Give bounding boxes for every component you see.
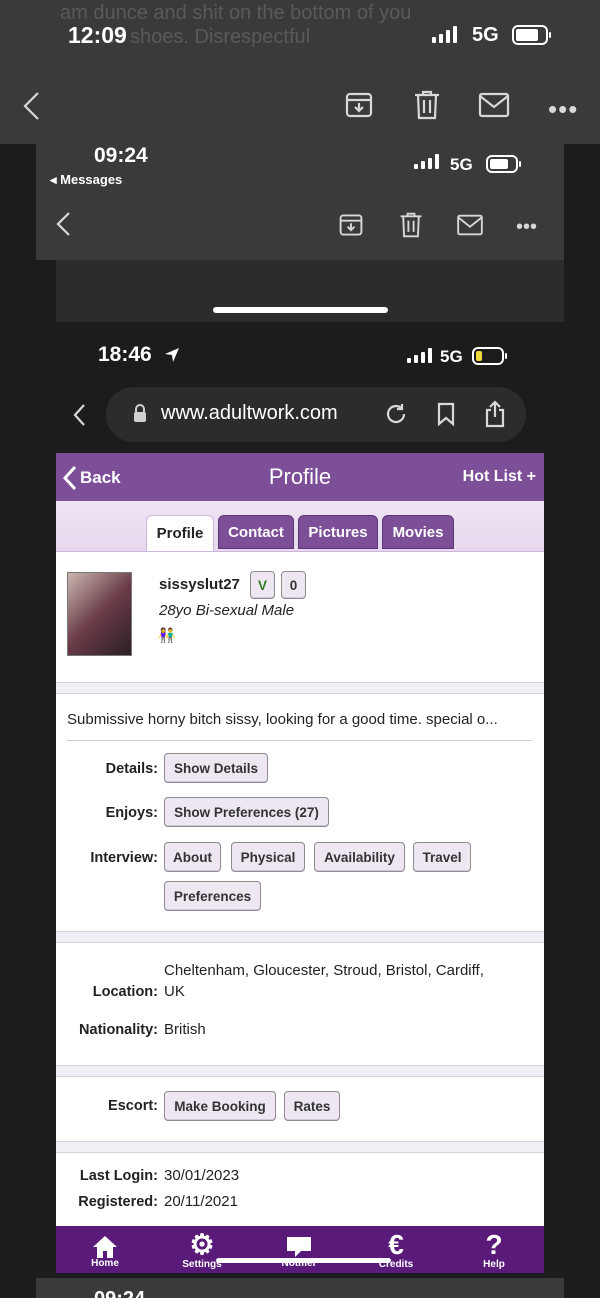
reload-icon[interactable]	[384, 402, 408, 431]
summary-divider	[67, 740, 532, 741]
euro-icon: €	[388, 1229, 404, 1260]
verified-badge[interactable]: V	[250, 571, 275, 599]
nav-help[interactable]: ? Help	[454, 1226, 534, 1273]
couple-icon: 👫	[158, 627, 176, 643]
section-divider	[56, 682, 544, 694]
ghost-text-2: is shoes. Disrespectful	[110, 26, 311, 48]
signal-icon	[432, 26, 457, 48]
details-label: Details:	[105, 761, 158, 777]
profile-photo[interactable]	[67, 572, 132, 656]
tab-contact[interactable]: Contact	[218, 515, 294, 549]
nav-home[interactable]: Home	[65, 1226, 145, 1273]
nationality-value: British	[164, 1021, 206, 1038]
outer-mail-toolbar: am dunce and shit on the bottom of you i…	[0, 0, 600, 144]
escort-label: Escort:	[108, 1098, 158, 1114]
more-icon[interactable]: •••	[548, 94, 578, 125]
interview-travel-button[interactable]: Travel	[413, 842, 471, 872]
back-to-messages[interactable]: ◂ Messages	[50, 172, 122, 188]
inner-more-icon[interactable]: •••	[516, 216, 537, 239]
interview-preferences-button[interactable]: Preferences	[164, 881, 261, 911]
inner-signal-icon	[414, 154, 439, 174]
bottom-nav: Home ⚙ Settings Notifier € Credits ? Hel…	[56, 1226, 544, 1273]
bookmark-icon[interactable]	[436, 402, 456, 431]
profile-subtitle: 28yo Bi-sexual Male	[159, 602, 295, 619]
nav-credits[interactable]: € Credits	[356, 1226, 436, 1273]
inner-mail-icon[interactable]	[456, 214, 484, 241]
address-bar[interactable]: www.adultwork.com	[106, 387, 526, 442]
tab-movies[interactable]: Movies	[382, 515, 454, 549]
show-preferences-button[interactable]: Show Preferences (27)	[164, 797, 329, 827]
lock-icon	[132, 404, 148, 429]
browser-back-icon[interactable]	[72, 402, 88, 433]
rating-badge[interactable]: 0	[281, 571, 306, 599]
location-label: Location:	[92, 984, 158, 1000]
inner-trash-icon[interactable]	[398, 211, 424, 244]
mail-icon[interactable]	[478, 92, 510, 123]
profile-summary[interactable]: Submissive horny bitch sissy, looking fo…	[67, 711, 537, 728]
inner-status-time: 09:24	[94, 144, 148, 167]
username[interactable]: sissyslut27	[159, 576, 240, 593]
location-arrow-icon	[163, 346, 181, 369]
interview-physical-button[interactable]: Physical	[231, 842, 305, 872]
show-details-button[interactable]: Show Details	[164, 753, 268, 783]
tab-profile[interactable]: Profile	[146, 515, 214, 551]
inner-battery-icon	[486, 155, 521, 178]
home-icon	[65, 1234, 145, 1260]
web-page: Back Profile Hot List + Profile Contact …	[56, 453, 544, 1273]
browser-status-time: 18:46	[98, 343, 152, 366]
nav-notifier[interactable]: Notifier	[259, 1226, 339, 1273]
chat-icon	[259, 1235, 339, 1260]
nav-home-label: Home	[91, 1258, 119, 1269]
section-divider-4	[56, 1141, 544, 1153]
enjoys-label: Enjoys:	[105, 805, 158, 821]
section-divider-2	[56, 931, 544, 943]
last-login-label: Last Login:	[79, 1168, 158, 1184]
browser-network-label: 5G	[440, 347, 463, 366]
rates-button[interactable]: Rates	[284, 1091, 340, 1121]
browser-battery-icon	[472, 347, 507, 370]
nav-help-label: Help	[483, 1259, 505, 1270]
location-line-1: Cheltenham, Gloucester, Stroud, Bristol,…	[164, 962, 484, 979]
tab-pictures[interactable]: Pictures	[298, 515, 378, 549]
archive-icon[interactable]	[344, 90, 374, 125]
gear-icon: ⚙	[189, 1229, 215, 1260]
registered-value: 20/11/2021	[164, 1193, 238, 1210]
inner-network-label: 5G	[450, 155, 473, 174]
browser-signal-icon	[407, 348, 432, 368]
battery-icon	[512, 25, 551, 50]
url-text[interactable]: www.adultwork.com	[161, 402, 338, 425]
back-chevron-icon[interactable]	[20, 90, 44, 127]
profile-header: Back Profile Hot List +	[56, 453, 544, 501]
share-icon[interactable]	[484, 400, 506, 433]
network-label: 5G	[472, 24, 499, 46]
help-icon: ?	[485, 1229, 503, 1260]
bottom-peek-time: 09:24	[94, 1288, 145, 1298]
inner-mail-toolbar: 09:24 ◂ Messages 5G •••	[36, 144, 564, 260]
last-login-value: 30/01/2023	[164, 1167, 240, 1184]
interview-about-button[interactable]: About	[164, 842, 221, 872]
nav-settings[interactable]: ⚙ Settings	[162, 1226, 242, 1273]
hot-list-button[interactable]: Hot List +	[463, 468, 536, 486]
trash-icon[interactable]	[412, 89, 442, 126]
location-line-2: UK	[164, 983, 185, 1000]
home-indicator	[213, 307, 388, 313]
inner-back-chevron-icon[interactable]	[54, 210, 74, 243]
interview-label: Interview:	[90, 850, 158, 866]
make-booking-button[interactable]: Make Booking	[164, 1091, 276, 1121]
inner-archive-icon[interactable]	[338, 212, 364, 243]
interview-availability-button[interactable]: Availability	[314, 842, 405, 872]
bottom-peek: 09:24	[36, 1278, 564, 1298]
nationality-label: Nationality:	[79, 1022, 158, 1038]
status-time: 12:09	[68, 22, 127, 48]
page-home-indicator	[216, 1258, 391, 1263]
section-divider-3	[56, 1065, 544, 1077]
tab-bar: Profile Contact Pictures Movies	[56, 501, 544, 552]
registered-label: Registered:	[78, 1194, 158, 1210]
